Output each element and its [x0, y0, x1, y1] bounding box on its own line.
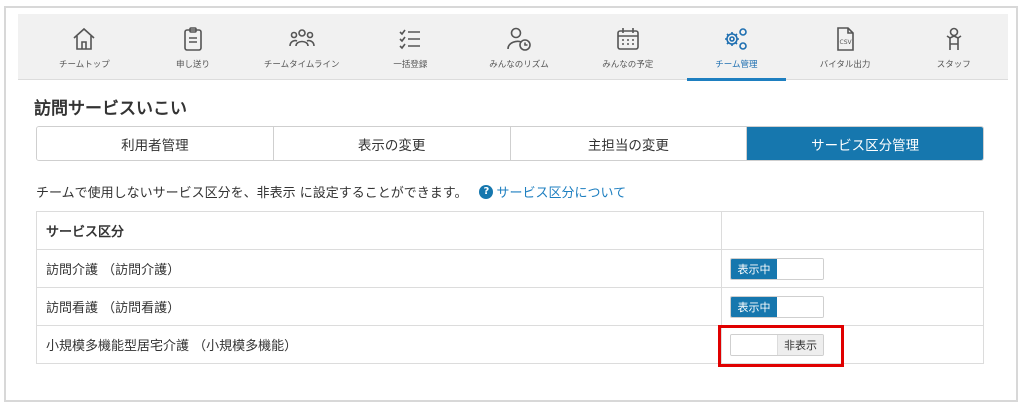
help-link-label: サービス区分について	[496, 186, 627, 201]
nav-item-team-top[interactable]: チームトップ	[30, 14, 139, 80]
user-clock-icon	[507, 27, 531, 51]
staff-icon	[946, 27, 962, 50]
csv-file-icon: CSV	[837, 27, 854, 51]
toggle-on-label: 表示中	[731, 258, 777, 279]
visibility-toggle[interactable]: 表示中	[730, 257, 824, 280]
nav-item-bulk-register[interactable]: 一括登録	[356, 14, 465, 80]
service-name: 訪問介護 （訪問介護）	[37, 250, 722, 287]
nav-item-handover[interactable]: 申し送り	[139, 14, 248, 80]
home-icon	[73, 27, 95, 50]
column-header-toggle	[722, 212, 983, 249]
svg-text:CSV: CSV	[840, 39, 853, 46]
column-header-service: サービス区分	[37, 212, 722, 249]
highlight-box	[718, 325, 844, 367]
checklist-icon	[399, 29, 421, 50]
nav-item-staff[interactable]: スタッフ	[899, 14, 1008, 80]
description-text: チームで使用しないサービス区分を、非表示 に設定することができます。	[36, 186, 468, 201]
toggle-cell: 表示中	[722, 288, 983, 325]
calendar-icon	[616, 28, 639, 50]
tab-user-management[interactable]: 利用者管理	[37, 127, 274, 160]
toggle-on-label: 表示中	[731, 296, 777, 317]
management-tabs: 利用者管理 表示の変更 主担当の変更 サービス区分管理	[36, 126, 984, 161]
nav-label: チーム管理	[715, 60, 758, 70]
nav-label: みんなのリズム	[489, 60, 549, 70]
toggle-cell: 表示中	[722, 250, 983, 287]
nav-item-team-timeline[interactable]: チームタイムライン	[247, 14, 356, 80]
nav-label: バイタル出力	[819, 60, 871, 70]
tab-service-category[interactable]: サービス区分管理	[747, 127, 983, 160]
nav-label: 申し送り	[176, 60, 211, 70]
gears-icon	[725, 28, 748, 50]
help-link[interactable]: ? サービス区分について	[479, 182, 626, 201]
toggle-knob	[777, 296, 823, 317]
description: チームで使用しないサービス区分を、非表示 に設定することができます。 ? サービ…	[36, 182, 626, 201]
nav-label: みんなの予定	[602, 60, 654, 70]
tab-display-change[interactable]: 表示の変更	[273, 127, 511, 160]
clipboard-icon	[184, 27, 202, 51]
nav-label: 一括登録	[393, 60, 428, 70]
nav-label: チームトップ	[58, 60, 110, 70]
nav-label: チームタイムライン	[263, 60, 340, 70]
nav-item-vital-export[interactable]: CSV バイタル出力	[791, 14, 900, 80]
nav-item-schedule[interactable]: みんなの予定	[573, 14, 682, 80]
visibility-toggle[interactable]: 表示中	[730, 295, 824, 318]
table-row: 訪問看護 （訪問看護） 表示中	[37, 287, 983, 325]
group-icon	[288, 29, 315, 47]
nav-item-team-management[interactable]: チーム管理	[682, 14, 791, 81]
toggle-knob	[777, 258, 823, 279]
service-name: 訪問看護 （訪問看護）	[37, 288, 722, 325]
tab-primary-change[interactable]: 主担当の変更	[510, 127, 748, 160]
nav-label: スタッフ	[936, 60, 971, 70]
table-header-row: サービス区分	[37, 212, 983, 249]
main-navbar: チームトップ 申し送り チームタイムライン 一括登録 みんなのリズム みんなの予…	[18, 14, 1008, 81]
table-row: 訪問介護 （訪問介護） 表示中	[37, 249, 983, 287]
service-name: 小規模多機能型居宅介護 （小規模多機能）	[37, 326, 722, 363]
nav-item-rhythm[interactable]: みんなのリズム	[465, 14, 574, 80]
page-title: 訪問サービスいこい	[34, 99, 187, 119]
question-circle-icon: ?	[479, 184, 494, 199]
